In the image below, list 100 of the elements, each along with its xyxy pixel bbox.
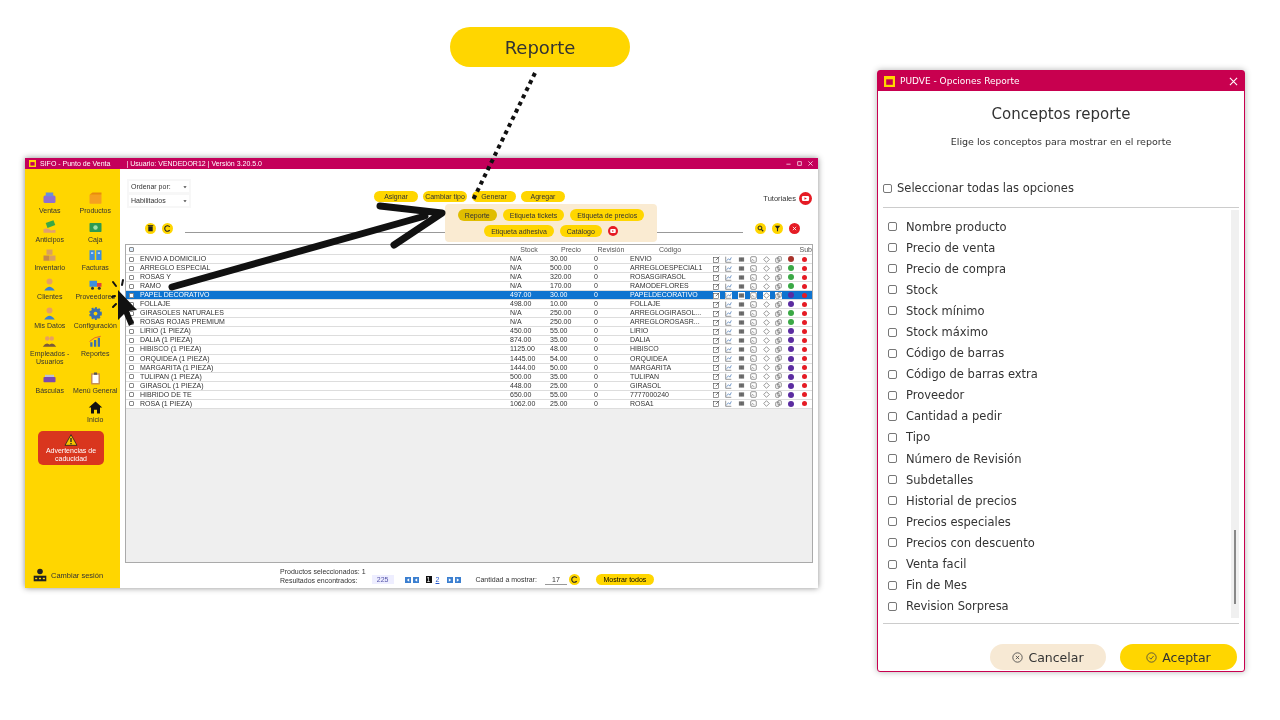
image-icon[interactable] [750,273,758,281]
dot-icon[interactable] [802,283,808,289]
copy-icon[interactable] [775,309,783,317]
edit-icon[interactable] [712,318,720,326]
copy-icon[interactable] [775,382,783,390]
barcode-icon[interactable] [737,291,745,299]
checkbox[interactable] [888,327,897,337]
chart-icon[interactable] [725,318,733,326]
tag-icon[interactable] [762,291,770,299]
chart-icon[interactable] [725,373,733,381]
chart-icon[interactable] [725,255,733,263]
edit-icon[interactable] [712,364,720,372]
dot-icon[interactable] [802,301,808,307]
image-icon[interactable] [750,255,758,263]
copy-icon[interactable] [775,364,783,372]
clear-icon[interactable] [789,223,800,234]
last-page-icon[interactable] [455,576,462,583]
chart-icon[interactable] [725,355,733,363]
image-icon[interactable] [750,291,758,299]
checkbox[interactable] [888,264,897,274]
image-icon[interactable] [750,373,758,381]
search-icon[interactable] [755,223,766,234]
image-icon[interactable] [750,346,758,353]
trash-icon[interactable] [145,223,156,234]
select-all-checkbox[interactable] [129,247,134,252]
image-icon[interactable] [750,382,758,390]
barcode-icon[interactable] [737,300,745,308]
refresh-icon[interactable] [568,574,580,585]
image-icon[interactable] [750,400,758,408]
maximize-icon[interactable] [796,160,803,167]
copy-icon[interactable] [775,346,783,353]
checkbox[interactable] [888,243,897,253]
barcode-icon[interactable] [737,273,745,281]
checkbox[interactable] [888,601,897,611]
chart-icon[interactable] [725,282,733,290]
chart-icon[interactable] [725,291,733,299]
filter-icon[interactable] [772,223,783,234]
image-icon[interactable] [750,327,758,335]
refresh-icon[interactable] [162,223,173,234]
barcode-icon[interactable] [737,382,745,390]
video-icon[interactable] [799,192,812,205]
edit-icon[interactable] [712,355,720,363]
edit-icon[interactable] [712,346,720,353]
first-page-icon[interactable] [404,576,411,583]
dot-icon[interactable] [802,374,808,380]
dot-icon[interactable] [802,365,808,371]
close-icon[interactable] [807,160,814,167]
checkbox[interactable] [888,433,897,442]
edit-icon[interactable] [712,300,720,308]
chart-icon[interactable] [725,273,733,281]
chart-icon[interactable] [725,336,733,344]
dot-icon[interactable] [802,328,808,334]
image-icon[interactable] [750,336,758,344]
copy-icon[interactable] [775,373,783,381]
edit-icon[interactable] [712,309,720,317]
barcode-icon[interactable] [737,391,745,399]
barcode-icon[interactable] [737,309,745,317]
barcode-icon[interactable] [737,327,745,335]
chart-icon[interactable] [725,400,733,408]
chart-icon[interactable] [725,264,733,272]
copy-icon[interactable] [775,400,783,408]
barcode-icon[interactable] [737,255,745,263]
image-icon[interactable] [750,355,758,363]
copy-icon[interactable] [775,291,783,299]
chart-icon[interactable] [725,327,733,335]
chart-icon[interactable] [725,346,733,353]
chart-icon[interactable] [725,300,733,308]
edit-icon[interactable] [712,373,720,381]
barcode-icon[interactable] [737,282,745,290]
checkbox[interactable] [888,559,897,569]
edit-icon[interactable] [712,336,720,344]
barcode-icon[interactable] [737,346,745,353]
dot-icon[interactable] [802,310,808,316]
checkbox[interactable] [888,475,897,485]
image-icon[interactable] [750,300,758,308]
edit-icon[interactable] [712,382,720,390]
dot-icon[interactable] [802,274,808,280]
barcode-icon[interactable] [737,336,745,344]
copy-icon[interactable] [775,282,783,290]
barcode-icon[interactable] [737,364,745,372]
checkbox[interactable] [888,411,897,421]
image-icon[interactable] [750,264,758,272]
checkbox[interactable] [888,222,897,232]
scrollbar-thumb[interactable] [1234,530,1236,604]
copy-icon[interactable] [775,327,783,335]
dot-icon[interactable] [802,392,808,398]
edit-icon[interactable] [712,264,720,272]
dot-icon[interactable] [802,319,808,325]
next-page-icon[interactable] [447,576,454,583]
edit-icon[interactable] [712,255,720,263]
edit-icon[interactable] [712,282,720,290]
copy-icon[interactable] [775,391,783,399]
checkbox[interactable] [888,496,897,506]
dot-icon[interactable] [802,347,808,352]
prev-page-icon[interactable] [412,576,419,583]
edit-icon[interactable] [712,391,720,399]
barcode-icon[interactable] [737,318,745,326]
cancel-button[interactable]: Cancelar [990,644,1106,670]
close-icon[interactable] [1229,76,1238,86]
checkbox[interactable] [888,390,897,400]
